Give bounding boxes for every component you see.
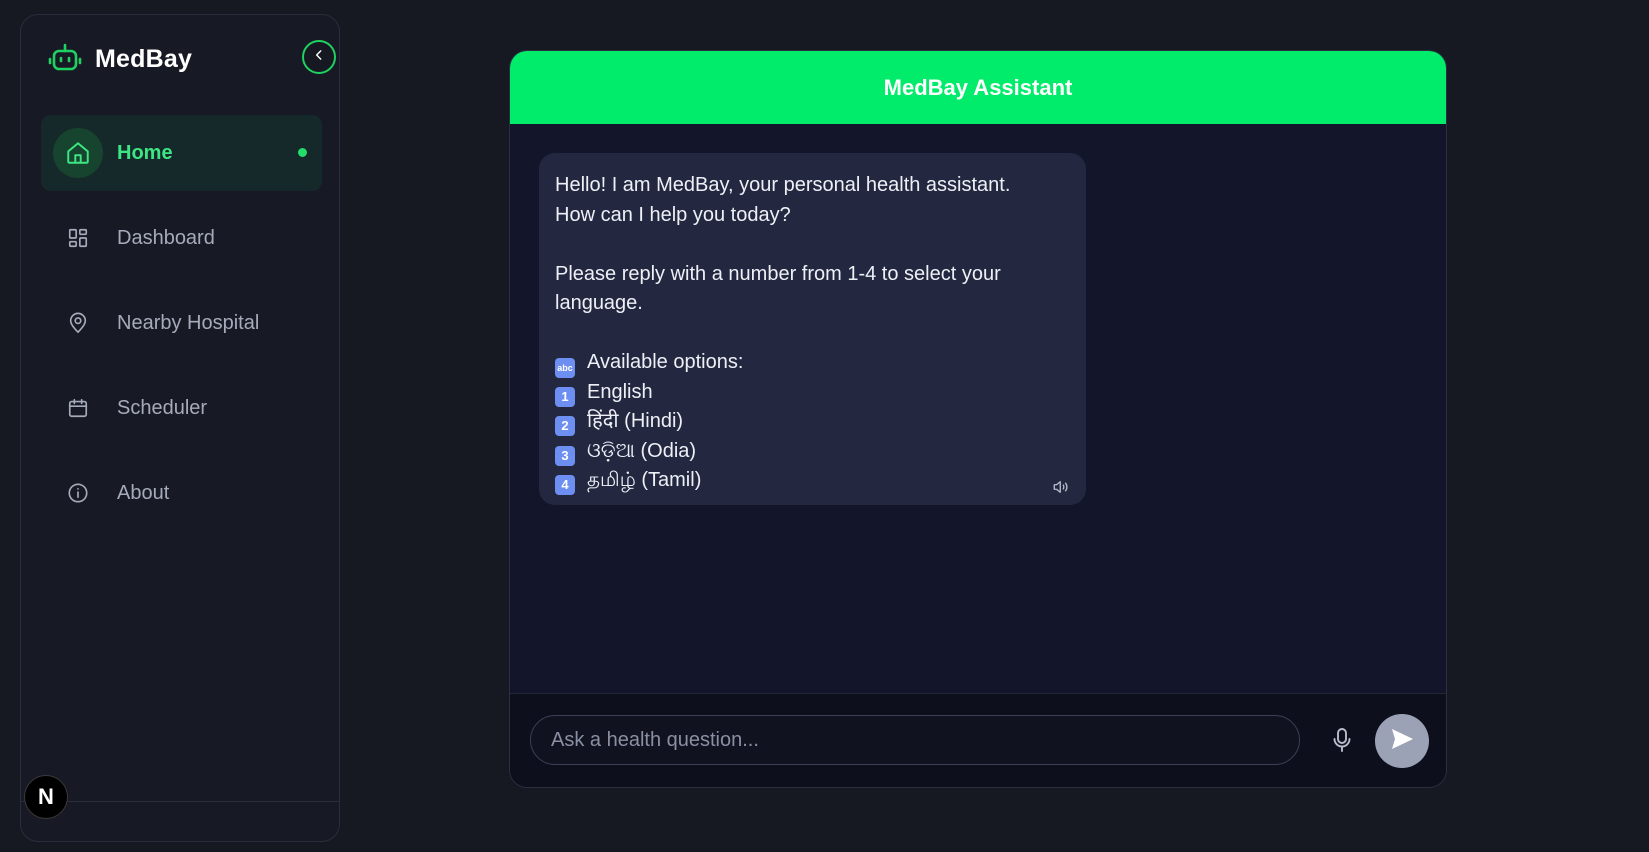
sidebar-item-label: Dashboard bbox=[117, 226, 215, 249]
sidebar-item-dashboard[interactable]: Dashboard bbox=[41, 200, 322, 276]
sidebar-nav: Home Dashboard Nearby Hospital Scheduler… bbox=[41, 115, 322, 540]
message-line bbox=[555, 319, 1070, 349]
keycap-2-icon: 2 bbox=[555, 416, 575, 436]
brand[interactable]: MedBay bbox=[47, 41, 192, 77]
option-item: 1 English bbox=[555, 378, 1070, 408]
calendar-icon bbox=[53, 383, 103, 433]
info-icon bbox=[53, 468, 103, 518]
abc-icon: abc bbox=[555, 358, 575, 378]
message-list[interactable]: Hello! I am MedBay, your personal health… bbox=[510, 124, 1446, 693]
message-line bbox=[555, 230, 1070, 260]
sidebar-item-label: Home bbox=[117, 141, 173, 164]
keycap-3-icon: 3 bbox=[555, 445, 575, 466]
sidebar-item-label: About bbox=[117, 481, 170, 504]
divider bbox=[21, 801, 339, 802]
speaker-icon[interactable] bbox=[1052, 475, 1072, 493]
chat-title: MedBay Assistant bbox=[883, 74, 1073, 100]
keycap-4-icon: 4 bbox=[555, 475, 575, 495]
collapse-sidebar-button[interactable] bbox=[302, 40, 336, 74]
map-pin-icon bbox=[53, 298, 103, 348]
sidebar-item-about[interactable]: About bbox=[41, 455, 322, 531]
sidebar-item-label: Nearby Hospital bbox=[117, 311, 260, 334]
dashboard-icon bbox=[53, 213, 103, 263]
sidebar: MedBay Home Dashboard Nearby Hospital Sc… bbox=[20, 14, 340, 842]
message-line: language. bbox=[555, 292, 643, 314]
chat-input[interactable] bbox=[530, 715, 1300, 765]
brand-name: MedBay bbox=[95, 44, 193, 73]
option-item: 2 हिंदी (Hindi) bbox=[555, 407, 1070, 437]
sidebar-item-home[interactable]: Home bbox=[41, 115, 322, 191]
options-heading: abc Available options: bbox=[555, 348, 1070, 378]
sidebar-item-scheduler[interactable]: Scheduler bbox=[41, 370, 322, 446]
message-line: How can I help you today? bbox=[555, 203, 791, 226]
send-button[interactable] bbox=[1375, 714, 1429, 768]
home-icon bbox=[53, 128, 103, 178]
send-icon bbox=[1390, 728, 1414, 755]
chat-panel: MedBay Assistant Hello! I am MedBay, you… bbox=[509, 50, 1447, 788]
sidebar-item-nearby-hospital[interactable]: Nearby Hospital bbox=[41, 285, 322, 361]
sidebar-item-label: Scheduler bbox=[117, 396, 208, 419]
chevron-left-icon bbox=[312, 48, 326, 67]
microphone-icon[interactable] bbox=[1330, 727, 1354, 753]
message-line: Please reply with a number from 1-4 to s… bbox=[555, 262, 1001, 285]
active-indicator bbox=[298, 148, 307, 157]
chat-header: MedBay Assistant bbox=[510, 51, 1446, 124]
message-line: Hello! I am MedBay, your personal health… bbox=[555, 174, 1011, 196]
keycap-1-icon: 1 bbox=[555, 386, 575, 407]
composer bbox=[510, 693, 1446, 787]
option-item: 3 ଓଡ଼ିଆ (Odia) bbox=[555, 437, 1070, 467]
option-item: 4 தமிழ் (Tamil) bbox=[555, 466, 1070, 496]
robot-icon bbox=[47, 41, 83, 77]
assistant-message: Hello! I am MedBay, your personal health… bbox=[539, 153, 1086, 505]
nextjs-badge[interactable]: N bbox=[24, 775, 68, 819]
